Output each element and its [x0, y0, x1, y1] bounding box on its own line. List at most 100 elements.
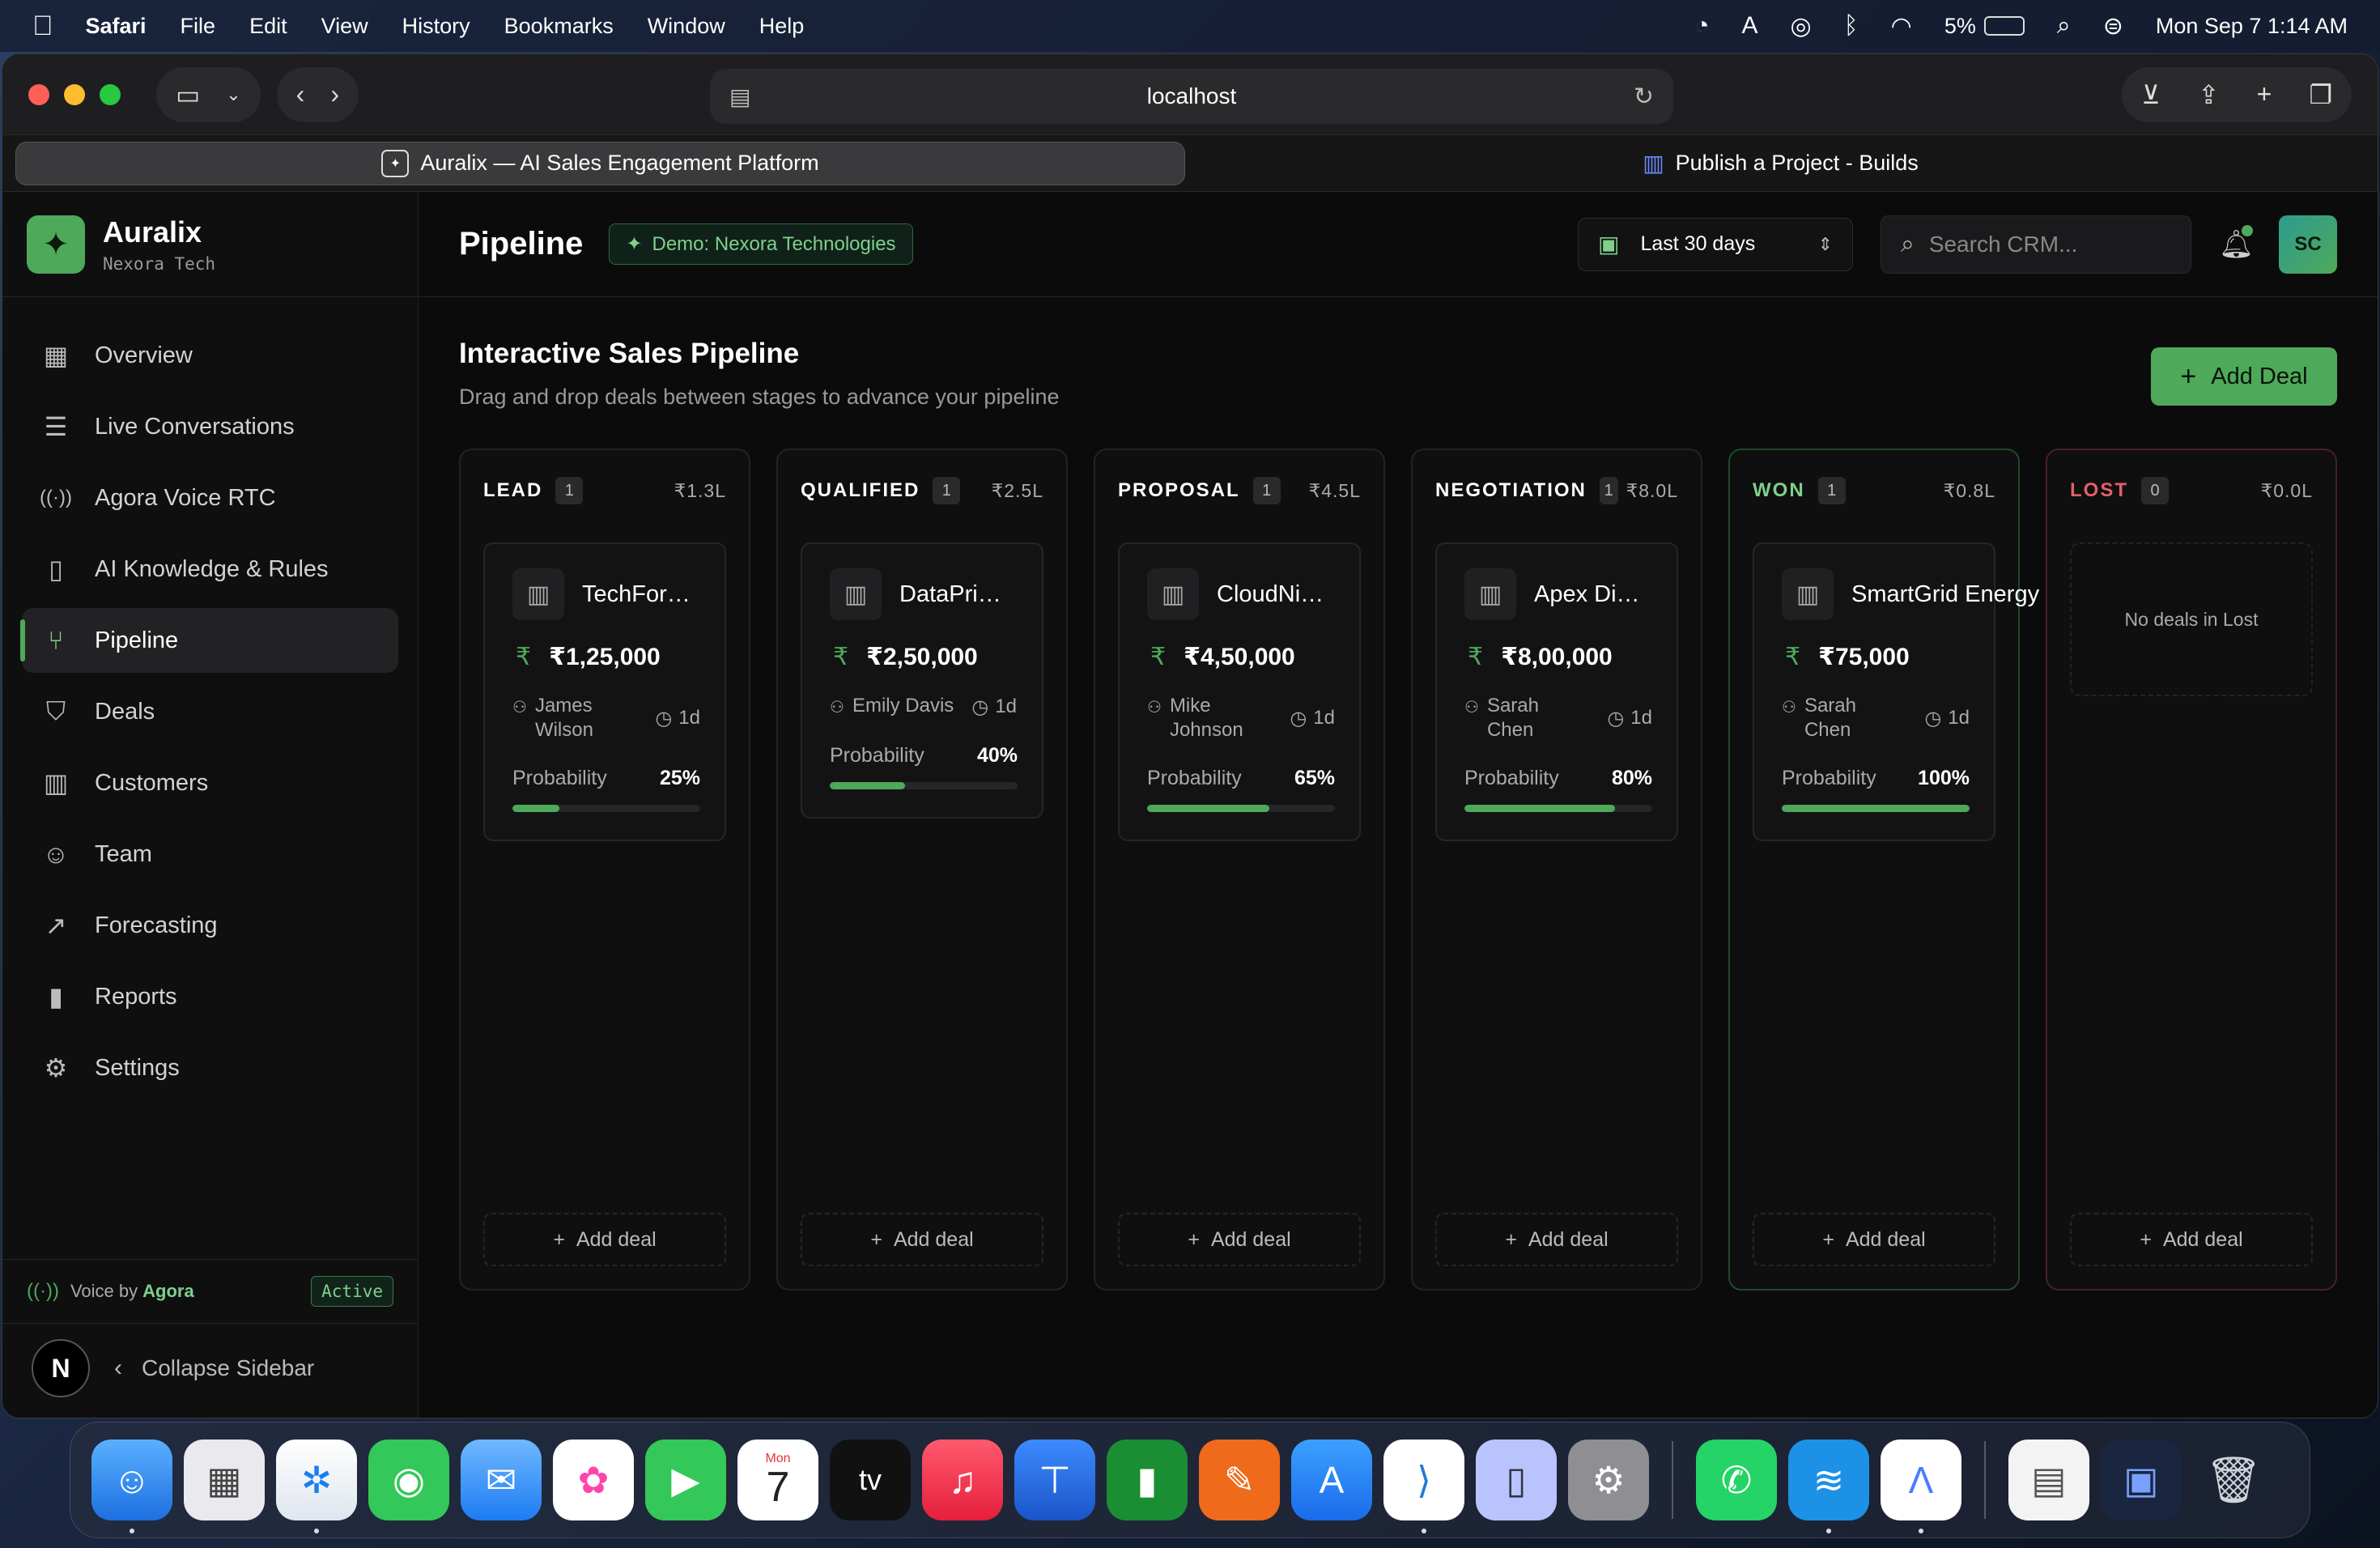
stage-column-lead[interactable]: LEAD 1 ₹1.3L ▥ TechForward Ba... ₹ ₹1	[459, 449, 750, 1291]
rupee-icon: ₹	[1150, 644, 1167, 670]
menu-edit[interactable]: Edit	[249, 14, 287, 39]
stage-header: WON 1 ₹0.8L	[1753, 474, 1995, 507]
search-input[interactable]	[1928, 231, 2156, 257]
arc-icon[interactable]: Λ	[1881, 1440, 1961, 1533]
menu-bookmarks[interactable]: Bookmarks	[504, 14, 614, 39]
chevron-down-icon[interactable]: ⌄	[226, 84, 240, 105]
photos-icon[interactable]: ✿	[553, 1440, 634, 1520]
control-center-icon[interactable]: ⊜	[2103, 12, 2123, 40]
sidebar-item-forecasting[interactable]: ↗ Forecasting	[22, 893, 398, 958]
facetime-icon[interactable]: ▶	[645, 1440, 726, 1520]
column-add-deal-button[interactable]: + Add deal	[801, 1213, 1043, 1266]
plus-icon: +	[553, 1227, 565, 1251]
launchpad-icon[interactable]: ▦	[184, 1440, 265, 1520]
notifications-button[interactable]: 🔔︎	[2219, 224, 2254, 261]
sidebar-toggle-icon[interactable]: ▭	[176, 79, 200, 110]
back-icon[interactable]: ‹	[296, 79, 305, 109]
deal-card[interactable]: ▥ CloudNine Tech... ₹ ₹4,50,000 ⚇ MikeJ	[1118, 542, 1361, 841]
apple-menu-icon[interactable]: 	[32, 11, 53, 42]
menu-app-name[interactable]: Safari	[86, 14, 147, 39]
collapse-sidebar-button[interactable]: N ‹ Collapse Sidebar	[2, 1332, 418, 1405]
sidebar-item-ai-knowledge[interactable]: ▯ AI Knowledge & Rules	[22, 537, 398, 602]
stage-column-lost[interactable]: LOST 0 ₹0.0L No deals in Lost + Add deal	[2046, 449, 2337, 1291]
spotlight-search-icon[interactable]: ⌕	[2057, 12, 2071, 40]
close-window-button[interactable]	[28, 83, 49, 105]
column-add-deal-button[interactable]: + Add deal	[2070, 1213, 2313, 1266]
bluetooth-icon[interactable]: ᛒ	[1844, 12, 1859, 40]
menu-history[interactable]: History	[402, 14, 470, 39]
whatsapp-icon[interactable]: ✆	[1696, 1440, 1777, 1520]
simulator-icon[interactable]: ▯	[1476, 1440, 1557, 1520]
probability-row: Probability 80%	[1464, 767, 1652, 790]
date-range-select[interactable]: ▣ Last 30 days ⇕	[1578, 217, 1853, 271]
menubar-datetime[interactable]: Mon Sep 7 1:14 AM	[2156, 14, 2348, 39]
finder-icon[interactable]: ☺	[91, 1440, 172, 1533]
mail-icon[interactable]: ✉	[461, 1440, 542, 1520]
sidebar-item-agora-voice[interactable]: ((·)) Agora Voice RTC	[22, 466, 398, 530]
address-bar[interactable]: ▤ localhost ↻	[710, 69, 1673, 124]
sidebar-item-customers[interactable]: ▥ Customers	[22, 751, 398, 815]
minimize-window-button[interactable]	[64, 83, 85, 105]
downloads-stack-icon[interactable]: ▣	[2101, 1440, 2182, 1520]
calendar-icon[interactable]: Mon 7	[737, 1440, 818, 1520]
text-input-icon[interactable]: A	[1741, 12, 1757, 40]
docker-icon[interactable]: ≋	[1788, 1440, 1869, 1533]
menu-help[interactable]: Help	[759, 14, 805, 39]
tab-auralix[interactable]: ✦ Auralix — AI Sales Engagement Platform	[15, 141, 1185, 185]
column-add-deal-button[interactable]: + Add deal	[1753, 1213, 1995, 1266]
deal-card[interactable]: ▥ DataPrime Anal... ₹ ₹2,50,000 ⚇ Emily	[801, 542, 1043, 819]
column-add-deal-button[interactable]: + Add deal	[1435, 1213, 1678, 1266]
battery-status[interactable]: 5%	[1944, 14, 2025, 39]
deal-card[interactable]: ▥ SmartGrid Energy ₹ ₹75,000 ⚇ Sarah Che…	[1753, 542, 2039, 841]
accessibility-icon[interactable]: ◔	[1694, 12, 1709, 40]
clock-icon: ◷	[971, 695, 989, 718]
forward-icon[interactable]: ›	[330, 79, 339, 109]
new-tab-icon[interactable]: +	[2257, 79, 2272, 109]
tab-overview-icon[interactable]: ❐	[2309, 79, 2332, 110]
column-add-deal-button[interactable]: + Add deal	[483, 1213, 726, 1266]
user-avatar[interactable]: N	[32, 1339, 90, 1397]
app-store-icon[interactable]: A	[1291, 1440, 1372, 1520]
numbers-icon[interactable]: ▮	[1107, 1440, 1188, 1520]
sidebar-item-overview[interactable]: ▦ Overview	[22, 323, 398, 388]
vscode-icon[interactable]: ⟩	[1383, 1440, 1464, 1533]
menu-view[interactable]: View	[321, 14, 368, 39]
zoom-window-button[interactable]	[100, 83, 121, 105]
sidebar-item-pipeline[interactable]: ⑂ Pipeline	[20, 608, 398, 673]
add-deal-button[interactable]: + Add Deal	[2151, 347, 2337, 406]
stage-column-proposal[interactable]: PROPOSAL 1 ₹4.5L ▥ CloudNine Tech... ₹	[1094, 449, 1385, 1291]
deal-card[interactable]: ▥ TechForward Ba... ₹ ₹1,25,000 ⚇ James	[483, 542, 726, 841]
wifi-icon[interactable]: ◠	[1891, 12, 1912, 40]
profile-avatar[interactable]: SC	[2279, 215, 2337, 274]
column-add-label: Add deal	[576, 1227, 657, 1251]
sidebar-item-deals[interactable]: ⛉ Deals	[22, 679, 398, 744]
airdrop-icon[interactable]: ◎	[1790, 12, 1811, 40]
column-add-deal-button[interactable]: + Add deal	[1118, 1213, 1361, 1266]
keynote-icon[interactable]: ⊤	[1014, 1440, 1095, 1520]
stage-column-won[interactable]: WON 1 ₹0.8L ▥ SmartGrid Energy ₹ ₹75,000…	[1728, 449, 2039, 1291]
menu-window[interactable]: Window	[648, 14, 725, 39]
demo-badge: ✦ Demo: Nexora Technologies	[609, 223, 913, 265]
system-settings-icon[interactable]: ⚙	[1568, 1440, 1649, 1520]
sidebar-item-reports[interactable]: ▮ Reports	[22, 964, 398, 1029]
page-header: Pipeline ✦ Demo: Nexora Technologies ▣ L…	[419, 192, 2378, 297]
sidebar-item-team[interactable]: ☺ Team	[22, 822, 398, 887]
menu-file[interactable]: File	[181, 14, 216, 39]
safari-icon[interactable]: ✲	[276, 1440, 357, 1533]
reload-icon[interactable]: ↻	[1634, 83, 1654, 111]
stage-column-qualified[interactable]: QUALIFIED 1 ₹2.5L ▥ DataPrime Anal... ₹	[776, 449, 1068, 1291]
messages-icon[interactable]: ◉	[368, 1440, 449, 1520]
music-icon[interactable]: ♫	[922, 1440, 1003, 1520]
apple-tv-icon[interactable]: tv	[830, 1440, 911, 1520]
sidebar-item-settings[interactable]: ⚙ Settings	[22, 1036, 398, 1100]
deal-card[interactable]: ▥ Apex Digital Sol... ₹ ₹8,00,000 ⚇ Sar	[1435, 542, 1678, 841]
downloads-icon[interactable]: ⊻	[2141, 79, 2160, 110]
stage-column-negotiation[interactable]: NEGOTIATION 1 ₹8.0L ▥ Apex Digital Sol..…	[1411, 449, 1702, 1291]
document-icon[interactable]: ▤	[2008, 1440, 2089, 1520]
trash-icon[interactable]: 🗑︎	[2193, 1440, 2274, 1520]
tab-publish-project[interactable]: ▥ Publish a Project - Builds	[1196, 142, 2365, 185]
page-settings-icon[interactable]: ▤	[729, 83, 750, 110]
sidebar-item-live-conversations[interactable]: ☰ Live Conversations	[22, 394, 398, 459]
share-icon[interactable]: ⇪	[2198, 79, 2220, 110]
pages-icon[interactable]: ✎	[1199, 1440, 1280, 1520]
